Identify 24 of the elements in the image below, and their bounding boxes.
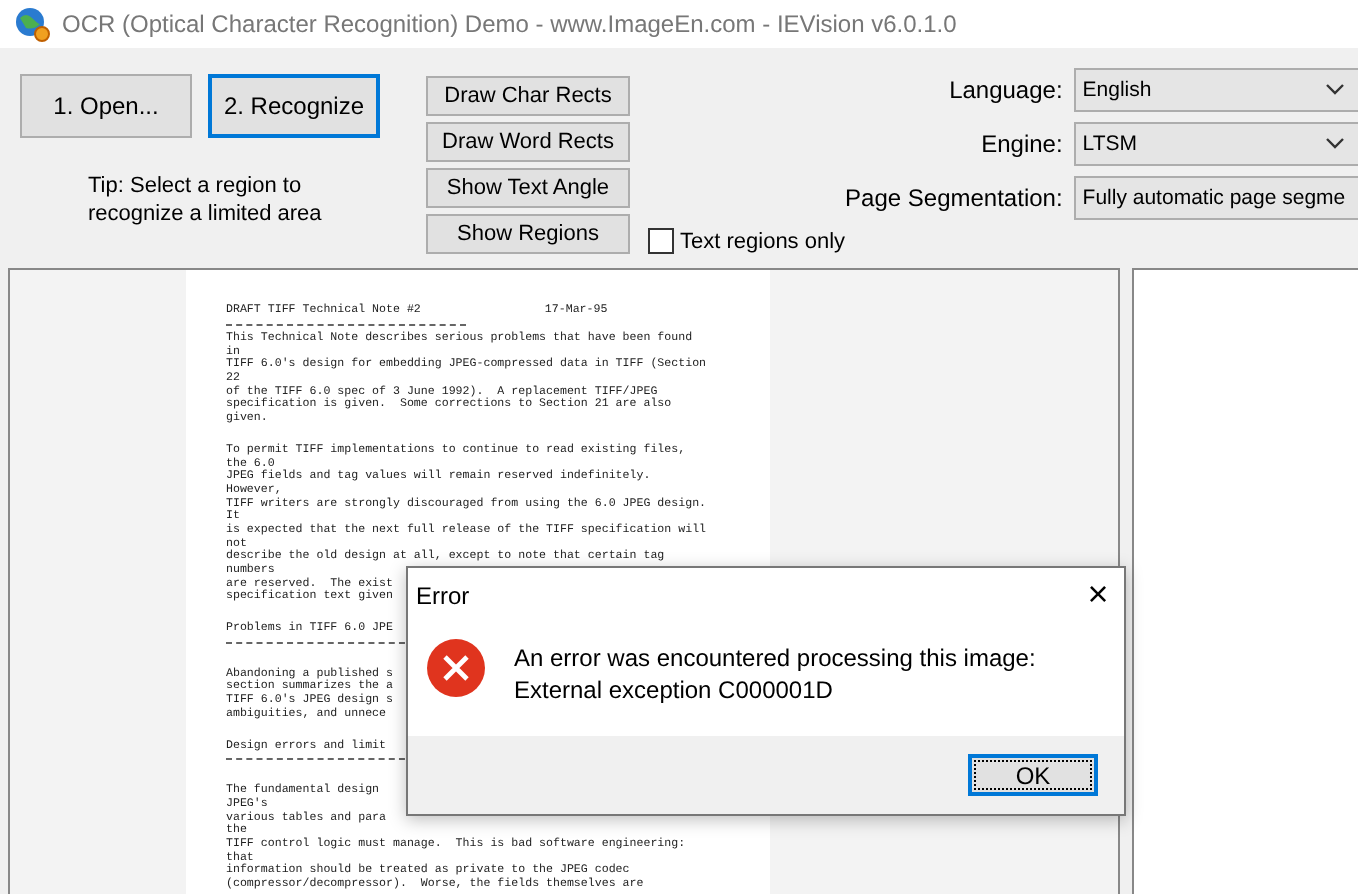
chevron-down-icon [1326, 138, 1345, 150]
view-option-button[interactable]: Show Text Angle [426, 168, 630, 208]
setting-label: Engine: [979, 130, 1063, 158]
dropdown[interactable]: LTSM [1074, 122, 1358, 166]
open-button[interactable]: 1. Open... [20, 74, 192, 138]
chevron-down-icon [1326, 84, 1345, 96]
checkbox[interactable] [648, 228, 674, 254]
recognize-button[interactable]: 2. Recognize [208, 74, 380, 138]
view-option-button[interactable]: Show Regions [426, 214, 630, 254]
globe-icon [14, 6, 50, 42]
close-button[interactable]: × [1084, 574, 1112, 616]
error-message: An error was encountered processing this image: External exception C000001D [514, 642, 1036, 708]
setting-label: Page Segmentation: [845, 184, 1063, 212]
dropdown[interactable]: Fully automatic page segme [1074, 176, 1358, 220]
error-icon [426, 638, 486, 698]
dropdown[interactable]: English [1074, 68, 1358, 112]
ok-button[interactable]: OK [968, 754, 1098, 796]
view-option-button[interactable]: Draw Word Rects [426, 122, 630, 162]
view-option-button[interactable]: Draw Char Rects [426, 76, 630, 116]
setting-label: Language: [947, 76, 1063, 104]
window-title: OCR (Optical Character Recognition) Demo - www.ImageEn.com - IEVision v6.0.1.0 [62, 10, 957, 38]
dialog-title: Error [416, 581, 470, 609]
tip-text: Tip: Select a region to recognize a limited area [88, 172, 324, 228]
checkbox-label: Text regions only [680, 229, 846, 253]
